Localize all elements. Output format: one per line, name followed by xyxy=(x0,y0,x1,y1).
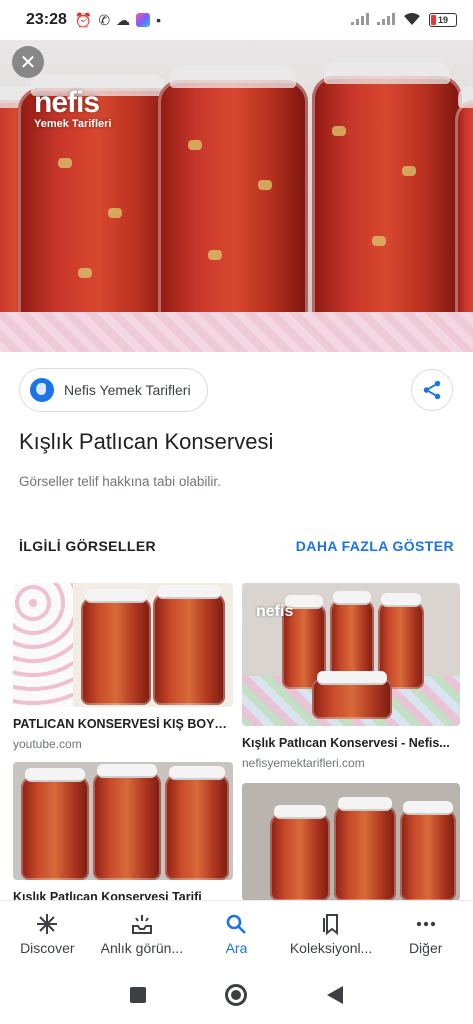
nav-discover[interactable]: Discover xyxy=(0,901,95,966)
share-icon xyxy=(423,380,441,400)
alarm-icon: ⏰ xyxy=(74,11,93,28)
close-button[interactable]: ✕ xyxy=(12,46,44,78)
related-card[interactable]: nefis Kışlık Patlıcan Konservesi - Nefis… xyxy=(242,583,460,770)
related-card-title: PATLICAN KONSERVESİ KIŞ BOYU... xyxy=(13,717,233,731)
dot-icon: • xyxy=(156,12,161,28)
related-card[interactable]: PATLICAN KONSERVESİ KIŞ BOYU... youtube.… xyxy=(13,583,233,751)
related-card[interactable] xyxy=(242,783,460,901)
home-circle-icon[interactable] xyxy=(225,984,248,1006)
app-notification-icon xyxy=(136,13,151,27)
battery-icon: 19 xyxy=(429,13,457,27)
status-time: 23:28 xyxy=(26,11,67,28)
cloud-icon: ☁ xyxy=(116,11,131,28)
source-chip[interactable]: Nefis Yemek Tarifleri xyxy=(19,368,208,412)
hero-image[interactable]: nefis Yemek Tarifleri xyxy=(0,40,473,352)
collections-icon xyxy=(323,913,339,935)
related-images-heading: İLGİLİ GÖRSELLER xyxy=(19,538,157,554)
whatsapp-icon: ✆ xyxy=(98,11,111,28)
related-card-title: Kışlık Patlıcan Konservesi - Nefis... xyxy=(242,736,450,750)
show-more-link[interactable]: DAHA FAZLA GÖSTER xyxy=(296,538,454,554)
image-title[interactable]: Kışlık Patlıcan Konservesi xyxy=(19,429,273,455)
copyright-note: Görseller telif hakkına tabi olabilir. xyxy=(19,474,221,489)
battery-level: 19 xyxy=(437,15,448,25)
nav-collections[interactable]: Koleksiyonl... xyxy=(284,901,379,966)
signal-icon-2 xyxy=(377,12,395,28)
system-navigation-bar xyxy=(0,966,473,1024)
search-icon xyxy=(227,914,247,934)
share-button[interactable] xyxy=(411,369,453,411)
globe-icon xyxy=(30,378,54,402)
brand-watermark: nefis Yemek Tarifleri xyxy=(34,86,112,131)
wifi-icon xyxy=(403,12,421,29)
related-card-source: youtube.com xyxy=(13,737,82,751)
related-card[interactable]: Kışlık Patlıcan Konservesi Tarifi xyxy=(13,762,233,904)
back-triangle-icon[interactable] xyxy=(327,986,344,1004)
related-card-source: nefisyemektarifleri.com xyxy=(242,756,365,770)
updates-tray-icon xyxy=(131,914,152,934)
source-name: Nefis Yemek Tarifleri xyxy=(64,382,191,398)
more-dots-icon xyxy=(416,921,435,926)
close-icon: ✕ xyxy=(19,51,37,74)
signal-icon xyxy=(351,12,369,28)
status-bar: 23:28 ⏰ ✆ ☁ • 19 xyxy=(0,0,473,40)
nav-more[interactable]: Diğer xyxy=(378,901,473,966)
asterisk-icon xyxy=(37,913,58,934)
recents-square-icon[interactable] xyxy=(129,987,146,1003)
nav-search[interactable]: Ara xyxy=(189,901,284,966)
bottom-navigation: Discover Anlık görün... Ara Koleksiyonl.… xyxy=(0,900,473,966)
nav-updates[interactable]: Anlık görün... xyxy=(95,901,190,966)
